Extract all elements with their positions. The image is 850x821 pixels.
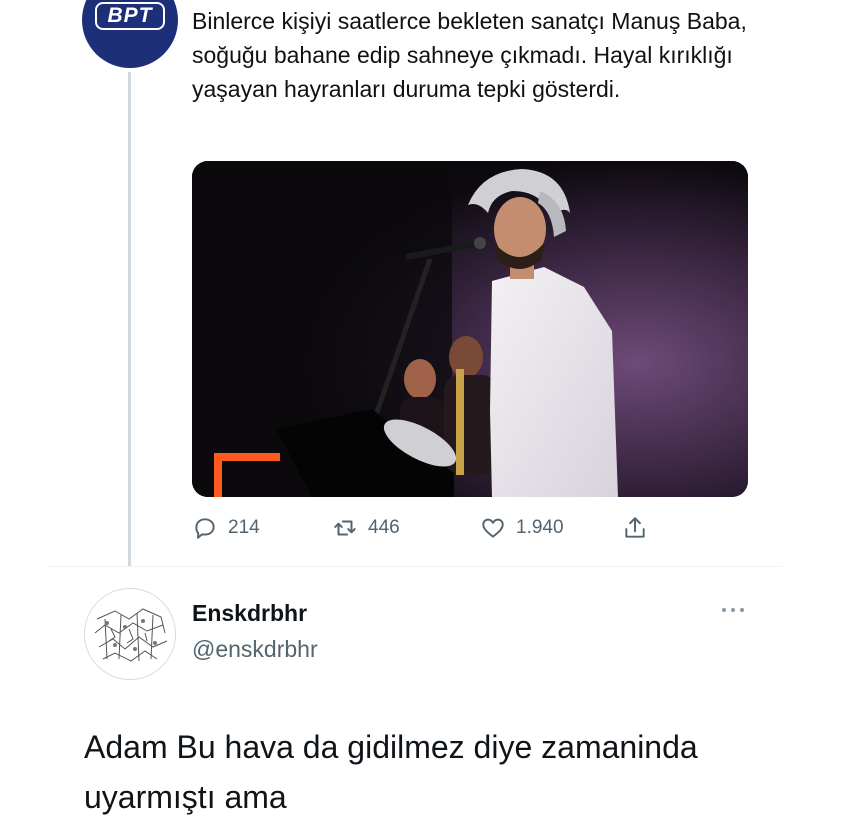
like-count: 1.940 xyxy=(516,517,564,538)
tweet-actions: 214 446 1.940 xyxy=(192,510,672,546)
retweet-button[interactable]: 446 xyxy=(332,510,400,546)
reply-count: 214 xyxy=(228,517,260,538)
reply-handle[interactable]: @enskdrbhr xyxy=(192,636,318,663)
bpt-logo: BPT xyxy=(95,2,165,30)
sketch-avatar-image xyxy=(85,589,175,679)
bpt-avatar[interactable]: BPT xyxy=(82,0,178,68)
retweet-icon xyxy=(334,520,356,536)
tweet-separator xyxy=(48,566,782,567)
enskdrbhr-avatar[interactable] xyxy=(84,588,176,680)
reply-text: Adam Bu hava da gidilmez diye zamaninda … xyxy=(84,729,698,815)
like-button[interactable]: 1.940 xyxy=(480,510,564,546)
thread-line xyxy=(128,72,131,566)
retweet-count: 446 xyxy=(368,517,400,538)
reply-display-name[interactable]: Enskdrbhr xyxy=(192,600,307,627)
reply-icon xyxy=(195,518,215,539)
share-button[interactable] xyxy=(622,510,648,546)
tweet-text: Binlerce kişiyi saatlerce bekleten sanat… xyxy=(192,8,747,102)
reply-button[interactable]: 214 xyxy=(192,510,260,546)
heart-icon xyxy=(482,518,504,538)
tweet-media[interactable] xyxy=(192,161,748,497)
share-icon xyxy=(625,517,645,538)
concert-photo xyxy=(192,161,748,497)
more-icon xyxy=(722,608,744,612)
more-options-button[interactable] xyxy=(718,600,748,620)
